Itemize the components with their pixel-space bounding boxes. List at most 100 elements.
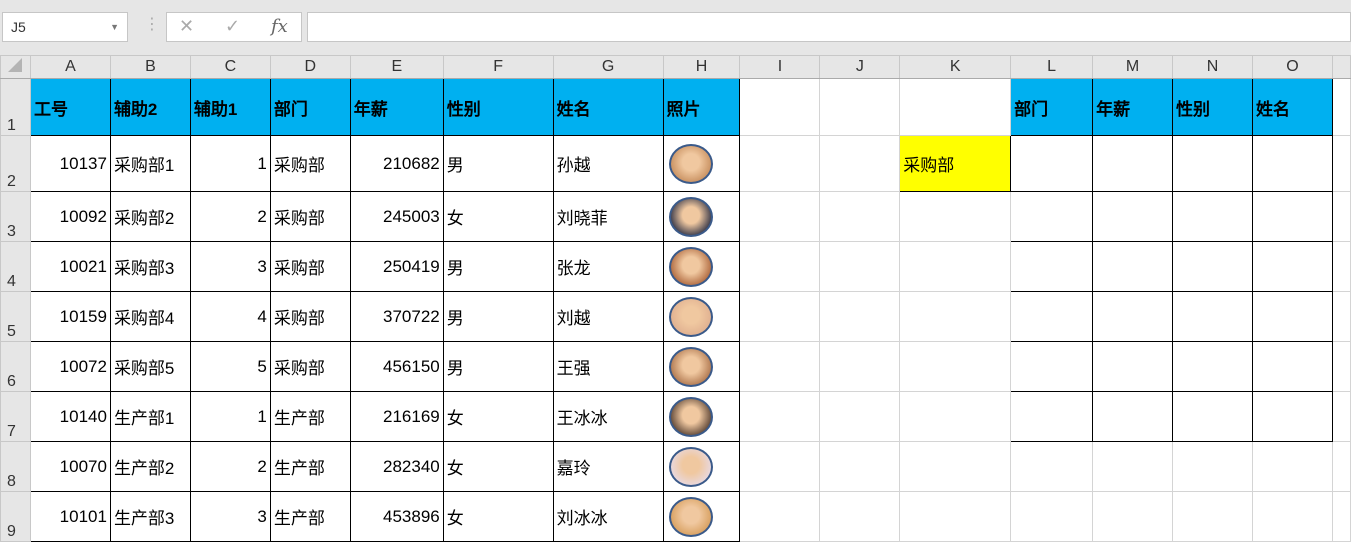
photo-avatar[interactable] (668, 346, 713, 387)
header-cell[interactable]: 工号 (29, 78, 111, 136)
photo-cell[interactable] (662, 391, 741, 442)
column-header[interactable]: M (1092, 55, 1174, 79)
cell[interactable]: 男 (442, 135, 554, 192)
cell[interactable]: 采购部 (269, 241, 351, 292)
cell[interactable]: 刘越 (552, 291, 664, 342)
cell[interactable] (739, 191, 821, 242)
cell[interactable]: 5 (189, 341, 271, 392)
photo-cell[interactable] (662, 291, 741, 342)
insert-function-icon[interactable]: fx (271, 16, 288, 37)
cell[interactable]: 10101 (29, 491, 111, 542)
cell[interactable] (739, 491, 821, 542)
cell[interactable]: 282340 (349, 441, 444, 492)
photo-avatar[interactable] (668, 246, 713, 287)
cell[interactable]: 采购部3 (109, 241, 191, 292)
column-header[interactable] (1331, 55, 1351, 79)
result-cell[interactable] (1010, 441, 1094, 492)
header-cell[interactable]: 姓名 (1251, 78, 1333, 136)
result-cell[interactable] (1251, 241, 1333, 292)
cell[interactable] (1331, 241, 1351, 292)
result-cell[interactable] (1092, 441, 1174, 492)
row-header[interactable]: 1 (0, 78, 31, 136)
header-cell[interactable]: 辅助1 (189, 78, 271, 136)
result-cell[interactable] (1010, 491, 1094, 542)
cell[interactable]: 10159 (29, 291, 111, 342)
photo-cell[interactable] (662, 441, 741, 492)
cell[interactable] (819, 441, 901, 492)
cell[interactable]: 女 (442, 191, 554, 242)
header-cell[interactable]: 年薪 (1092, 78, 1174, 136)
column-header[interactable]: O (1251, 55, 1333, 79)
cell[interactable]: 4 (189, 291, 271, 342)
cell[interactable] (739, 291, 821, 342)
cell[interactable]: 女 (442, 391, 554, 442)
cell[interactable] (739, 441, 821, 492)
chevron-down-icon[interactable]: ▼ (110, 13, 119, 41)
cell[interactable] (899, 291, 1012, 342)
result-cell[interactable] (1010, 291, 1094, 342)
cell[interactable]: 采购部 (269, 135, 351, 192)
result-cell[interactable] (1092, 341, 1174, 392)
result-cell[interactable] (1172, 441, 1253, 492)
cell[interactable]: 1 (189, 391, 271, 442)
cell[interactable] (739, 135, 821, 192)
cell[interactable] (1331, 341, 1351, 392)
result-cell[interactable] (1251, 291, 1333, 342)
cell[interactable] (819, 135, 901, 192)
cell[interactable]: 男 (442, 341, 554, 392)
cell[interactable]: 10137 (29, 135, 111, 192)
result-cell[interactable] (1172, 241, 1253, 292)
result-cell[interactable] (1010, 241, 1094, 292)
header-cell[interactable]: 性别 (442, 78, 554, 136)
result-cell[interactable] (1172, 191, 1253, 242)
row-header[interactable]: 4 (0, 241, 31, 292)
cell[interactable]: 3 (189, 491, 271, 542)
column-header[interactable]: G (552, 55, 664, 79)
cell[interactable] (819, 341, 901, 392)
cell[interactable] (1331, 78, 1351, 136)
enter-icon[interactable]: ✓ (225, 16, 240, 37)
cell[interactable] (819, 191, 901, 242)
cell[interactable] (819, 391, 901, 442)
cell[interactable]: 3 (189, 241, 271, 292)
row-header[interactable]: 3 (0, 191, 31, 242)
cell[interactable]: 250419 (349, 241, 444, 292)
cell[interactable] (899, 241, 1012, 292)
result-cell[interactable] (1251, 191, 1333, 242)
row-header[interactable]: 9 (0, 491, 31, 542)
cell[interactable]: 生产部1 (109, 391, 191, 442)
cell[interactable] (1331, 291, 1351, 342)
column-header[interactable]: N (1172, 55, 1253, 79)
cancel-icon[interactable]: ✕ (179, 16, 194, 37)
drag-handle-icon[interactable]: ⋮ (144, 14, 160, 34)
cell[interactable]: 10021 (29, 241, 111, 292)
cell[interactable]: 210682 (349, 135, 444, 192)
cell[interactable]: 女 (442, 441, 554, 492)
cell[interactable]: 1 (189, 135, 271, 192)
formula-input[interactable] (307, 12, 1351, 42)
column-header[interactable]: J (819, 55, 901, 79)
result-cell[interactable] (1092, 191, 1174, 242)
cell[interactable]: 采购部2 (109, 191, 191, 242)
result-cell[interactable] (1172, 291, 1253, 342)
photo-avatar[interactable] (668, 496, 713, 537)
result-cell[interactable] (1251, 441, 1333, 492)
cell[interactable]: 生产部3 (109, 491, 191, 542)
cell[interactable]: 男 (442, 291, 554, 342)
cell[interactable] (899, 391, 1012, 442)
result-cell[interactable] (1251, 491, 1333, 542)
cell[interactable]: 2 (189, 441, 271, 492)
result-cell[interactable] (1172, 391, 1253, 442)
result-cell[interactable] (1010, 391, 1094, 442)
cell[interactable] (819, 291, 901, 342)
criteria-cell[interactable]: 采购部 (899, 135, 1012, 192)
cell[interactable]: 张龙 (552, 241, 664, 292)
cell[interactable]: 采购部1 (109, 135, 191, 192)
cell[interactable] (899, 341, 1012, 392)
result-cell[interactable] (1010, 191, 1094, 242)
result-cell[interactable] (1010, 341, 1094, 392)
cell[interactable]: 男 (442, 241, 554, 292)
cell[interactable]: 生产部2 (109, 441, 191, 492)
header-cell[interactable] (819, 78, 901, 136)
cell[interactable] (739, 241, 821, 292)
